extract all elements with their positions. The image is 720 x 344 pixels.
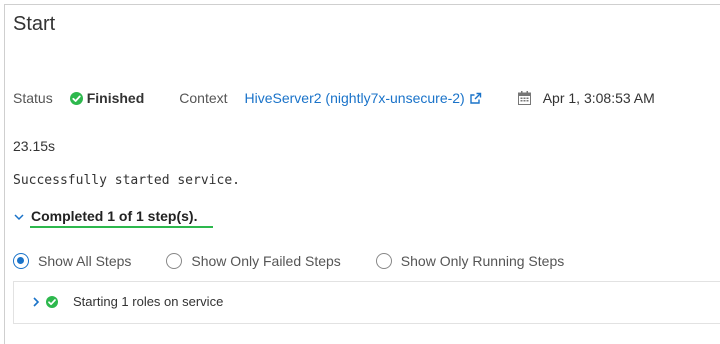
radio-running-steps[interactable] [375,253,392,269]
completed-steps-text[interactable]: Completed 1 of 1 step(s). [31,208,197,226]
status-row: Status Finished Context HiveServer2 (nig… [13,88,655,108]
status-value: Finished [86,90,145,106]
completed-underline [30,226,213,228]
filter-all-steps-label[interactable]: Show All Steps [38,253,131,269]
timestamp-value: Apr 1, 3:08:53 AM [542,90,655,106]
result-message: Successfully started service. [13,173,240,188]
context-label: Context [179,90,228,106]
external-link-icon[interactable] [469,92,482,105]
step-filter-group: Show All Steps Show Only Failed Steps Sh… [13,253,564,269]
duration-value: 23.15s [13,138,56,154]
calendar-icon [517,91,531,105]
page-title: Start [13,13,56,35]
radio-all-steps[interactable] [13,253,29,269]
filter-failed-steps[interactable]: Show Only Failed Steps [166,253,341,269]
status-label: Status [13,90,53,106]
check-circle-icon [46,295,58,308]
radio-failed-steps[interactable] [166,253,183,269]
check-circle-icon [69,91,83,105]
filter-all-steps[interactable]: Show All Steps [13,253,131,269]
completed-steps-toggle[interactable]: Completed 1 of 1 step(s). [13,208,197,226]
steps-list: Starting 1 roles on service [13,281,720,324]
list-item[interactable]: Starting 1 roles on service [31,294,223,309]
filter-running-steps-label[interactable]: Show Only Running Steps [401,253,564,269]
chevron-down-icon[interactable] [13,211,25,223]
context-link[interactable]: HiveServer2 (nightly7x-unsecure-2) [245,90,465,106]
step-label: Starting 1 roles on service [73,294,224,309]
filter-running-steps[interactable]: Show Only Running Steps [375,253,564,269]
chevron-right-icon[interactable] [31,296,41,308]
filter-failed-steps-label[interactable]: Show Only Failed Steps [191,253,340,269]
